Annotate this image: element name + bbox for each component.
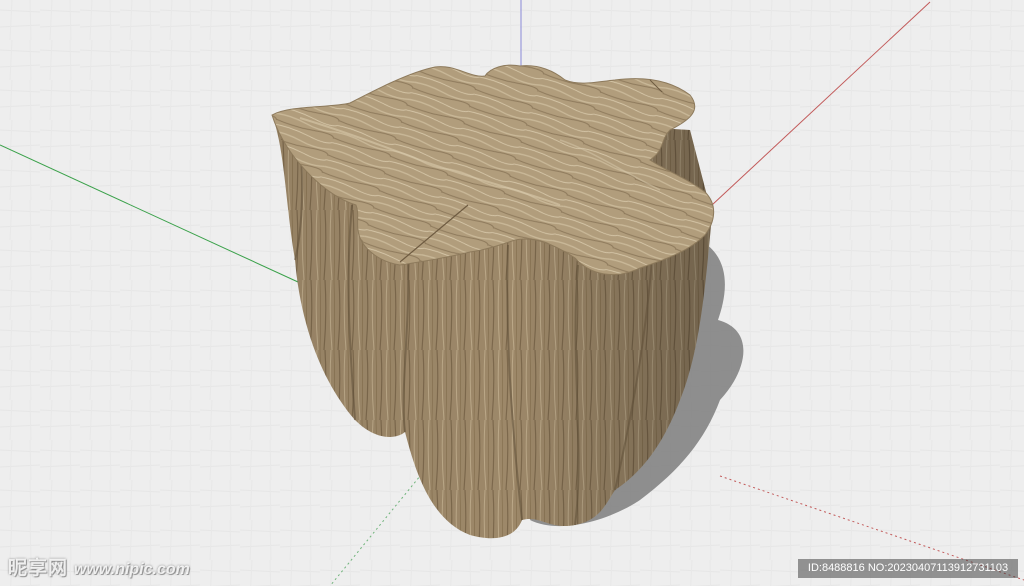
site-name: 昵享网: [8, 557, 69, 579]
site-url: www.nipic.com: [74, 561, 190, 578]
sketchup-viewport[interactable]: [0, 0, 1024, 586]
image-id-badge: ID:8488816 NO:20230407113912731103: [798, 559, 1018, 578]
image-id-text: ID:8488816 NO:20230407113912731103: [807, 562, 1009, 574]
site-watermark: 昵享网 www.nipic.com: [8, 553, 190, 580]
